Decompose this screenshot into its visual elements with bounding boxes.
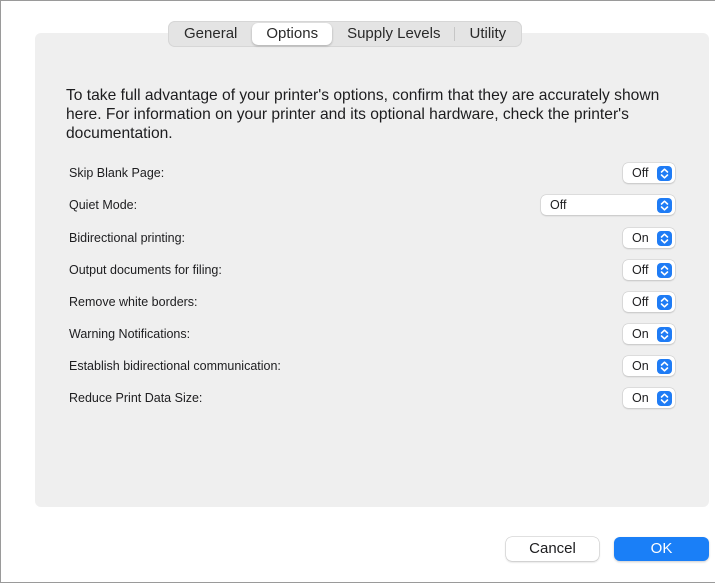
- popup-value: On: [632, 391, 649, 405]
- option-label: Output documents for filing:: [69, 263, 222, 277]
- tab-options[interactable]: Options: [252, 23, 333, 45]
- skip-blank-page-popup[interactable]: Off: [623, 163, 675, 183]
- option-label: Remove white borders:: [69, 295, 198, 309]
- option-row-output-documents-for-filing: Output documents for filing: Off: [69, 260, 675, 282]
- cancel-button[interactable]: Cancel: [506, 537, 599, 561]
- tab-utility[interactable]: Utility: [455, 23, 520, 45]
- option-row-reduce-print-data-size: Reduce Print Data Size: On: [69, 388, 675, 410]
- warning-notifications-popup[interactable]: On: [623, 324, 675, 344]
- option-label: Bidirectional printing:: [69, 231, 186, 245]
- up-down-chevron-icon: [657, 294, 672, 310]
- option-label: Warning Notifications:: [69, 327, 191, 341]
- popup-value: Off: [550, 198, 567, 212]
- up-down-chevron-icon: [657, 197, 672, 213]
- option-row-warning-notifications: Warning Notifications: On: [69, 324, 675, 346]
- popup-value: On: [632, 359, 649, 373]
- option-row-bidirectional-printing: Bidirectional printing: On: [69, 228, 675, 250]
- option-label: Reduce Print Data Size:: [69, 391, 203, 405]
- option-label: Establish bidirectional communication:: [69, 359, 281, 373]
- option-row-quiet-mode: Quiet Mode: Off: [69, 195, 675, 217]
- printer-options-dialog: General Options Supply Levels Utility To…: [0, 0, 715, 583]
- tab-bar: General Options Supply Levels Utility: [168, 21, 523, 47]
- option-label: Skip Blank Page:: [69, 166, 165, 180]
- option-row-skip-blank-page: Skip Blank Page: Off: [69, 163, 675, 185]
- popup-value: Off: [632, 263, 649, 277]
- bidirectional-communication-popup[interactable]: On: [623, 356, 675, 376]
- reduce-print-data-size-popup[interactable]: On: [623, 388, 675, 408]
- popup-value: Off: [632, 295, 649, 309]
- tab-supply-levels[interactable]: Supply Levels: [333, 23, 454, 45]
- output-documents-popup[interactable]: Off: [623, 260, 675, 280]
- up-down-chevron-icon: [657, 326, 672, 342]
- quiet-mode-popup[interactable]: Off: [541, 195, 675, 215]
- option-row-establish-bidirectional-communication: Establish bidirectional communication: O…: [69, 356, 675, 378]
- intro-text: To take full advantage of your printer's…: [66, 87, 660, 142]
- up-down-chevron-icon: [657, 262, 672, 278]
- popup-value: Off: [632, 166, 649, 180]
- up-down-chevron-icon: [657, 230, 672, 246]
- ok-button[interactable]: OK: [614, 537, 709, 561]
- up-down-chevron-icon: [657, 165, 672, 181]
- option-label: Quiet Mode:: [69, 198, 138, 212]
- up-down-chevron-icon: [657, 358, 672, 374]
- popup-value: On: [632, 231, 649, 245]
- option-row-remove-white-borders: Remove white borders: Off: [69, 292, 675, 314]
- remove-white-borders-popup[interactable]: Off: [623, 292, 675, 312]
- tab-general[interactable]: General: [170, 23, 251, 45]
- popup-value: On: [632, 327, 649, 341]
- up-down-chevron-icon: [657, 390, 672, 406]
- bidirectional-printing-popup[interactable]: On: [623, 228, 675, 248]
